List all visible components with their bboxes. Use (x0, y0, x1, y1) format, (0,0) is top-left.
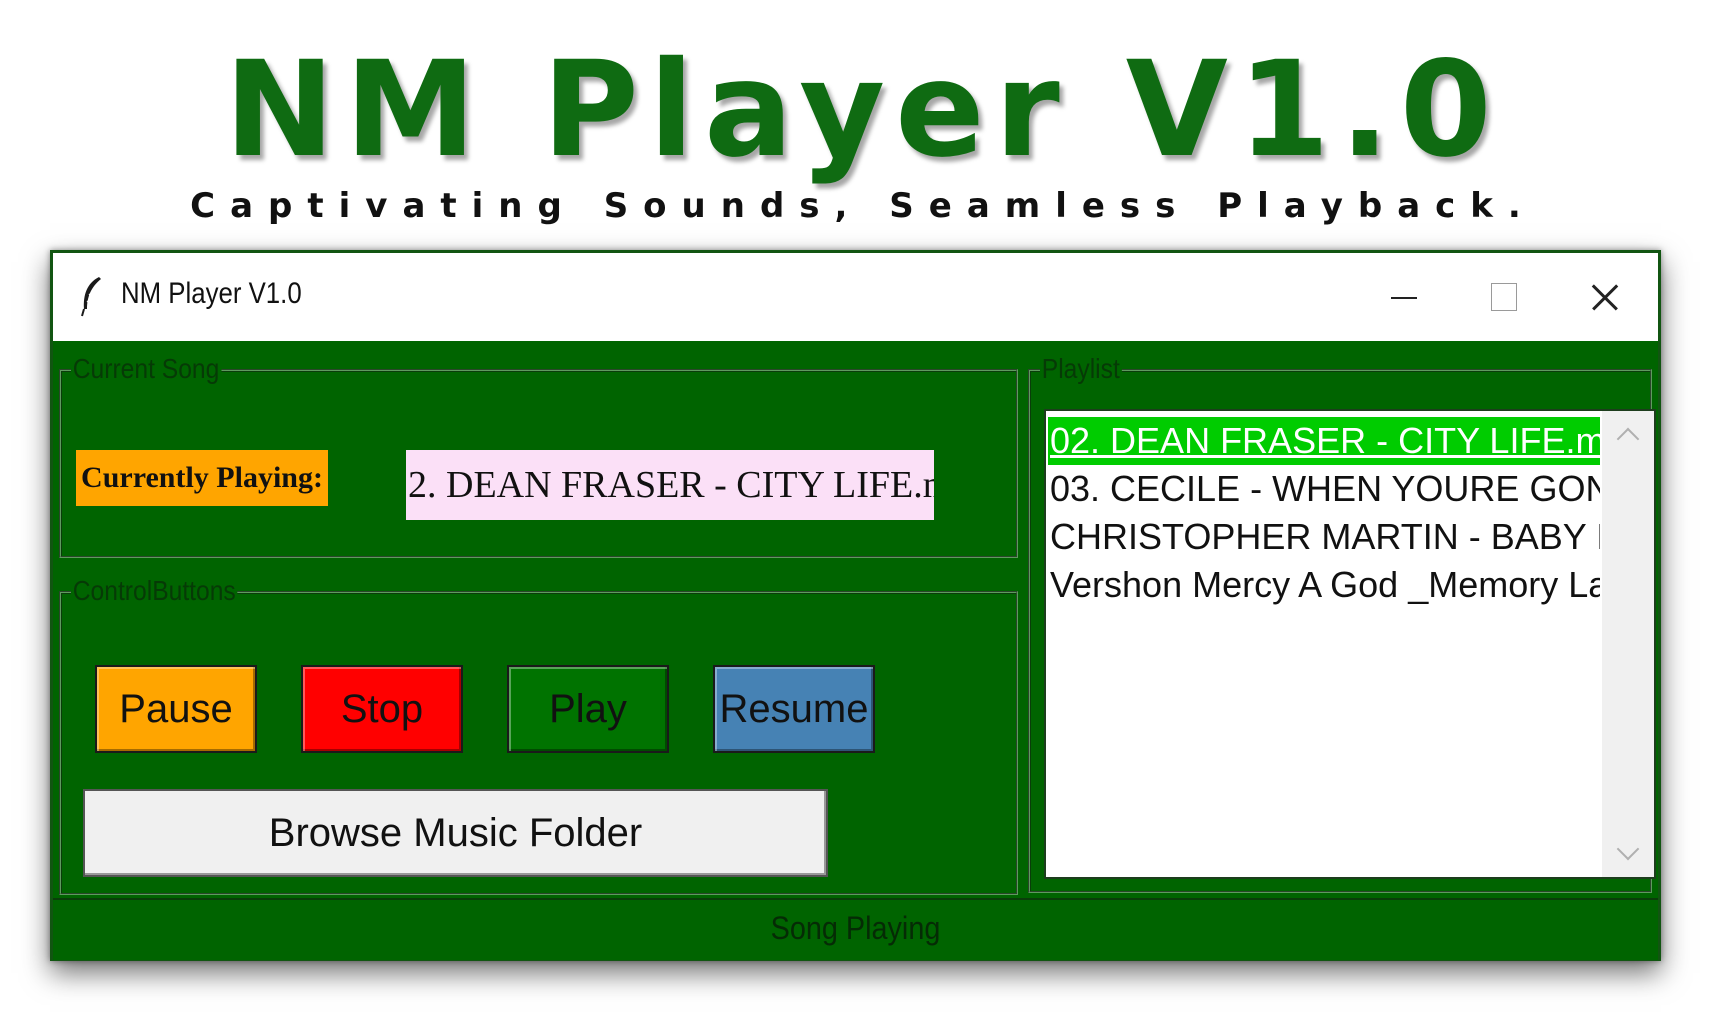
banner-title: NM Player V1.0 (224, 33, 1502, 187)
app-window: NM Player V1.0 Current Song Currently Pl… (50, 250, 1661, 961)
stop-button[interactable]: Stop (301, 665, 463, 753)
maximize-icon[interactable] (1473, 267, 1533, 327)
control-buttons-group: ControlButtons Pause Stop Play Resume Br… (59, 575, 1018, 895)
browse-music-folder-button[interactable]: Browse Music Folder (83, 789, 828, 877)
feather-icon (81, 277, 101, 317)
minimize-icon[interactable] (1373, 267, 1433, 327)
title-bar[interactable]: NM Player V1.0 (53, 253, 1658, 341)
playlist-legend: Playlist (1040, 353, 1122, 385)
banner-subtitle: Captivating Sounds, Seamless Playback. (190, 186, 1536, 226)
currently-playing-label: Currently Playing: (76, 450, 328, 506)
window-title: NM Player V1.0 (121, 277, 302, 310)
playlist-listbox[interactable]: 02. DEAN FRASER - CITY LIFE.mp3 03. CECI… (1044, 409, 1656, 879)
status-bar: Song Playing (53, 898, 1658, 960)
pause-button[interactable]: Pause (95, 665, 257, 753)
play-button[interactable]: Play (507, 665, 669, 753)
playlist-item[interactable]: 03. CECILE - WHEN YOURE GONE.mp3 (1048, 465, 1600, 513)
playlist-group: Playlist 02. DEAN FRASER - CITY LIFE.mp3… (1028, 353, 1656, 893)
current-song-legend: Current Song (71, 353, 222, 385)
resume-button[interactable]: Resume (713, 665, 875, 753)
playlist-scrollbar[interactable] (1602, 411, 1654, 877)
playlist-item[interactable]: CHRISTOPHER MARTIN - BABY I LOVE (1048, 513, 1600, 561)
control-buttons-legend: ControlButtons (71, 575, 238, 607)
current-song-group: Current Song Currently Playing: 2. DEAN … (59, 353, 1018, 558)
close-icon[interactable] (1575, 267, 1635, 327)
status-text: Song Playing (770, 910, 941, 946)
playlist-item[interactable]: Vershon Mercy A God _Memory Lane Ri (1048, 561, 1600, 609)
playlist-item-selected[interactable]: 02. DEAN FRASER - CITY LIFE.mp3 (1048, 417, 1600, 465)
scroll-down-icon[interactable] (1616, 837, 1640, 861)
scroll-up-icon[interactable] (1616, 427, 1640, 451)
current-song-field[interactable]: 2. DEAN FRASER - CITY LIFE.mp (406, 450, 934, 520)
